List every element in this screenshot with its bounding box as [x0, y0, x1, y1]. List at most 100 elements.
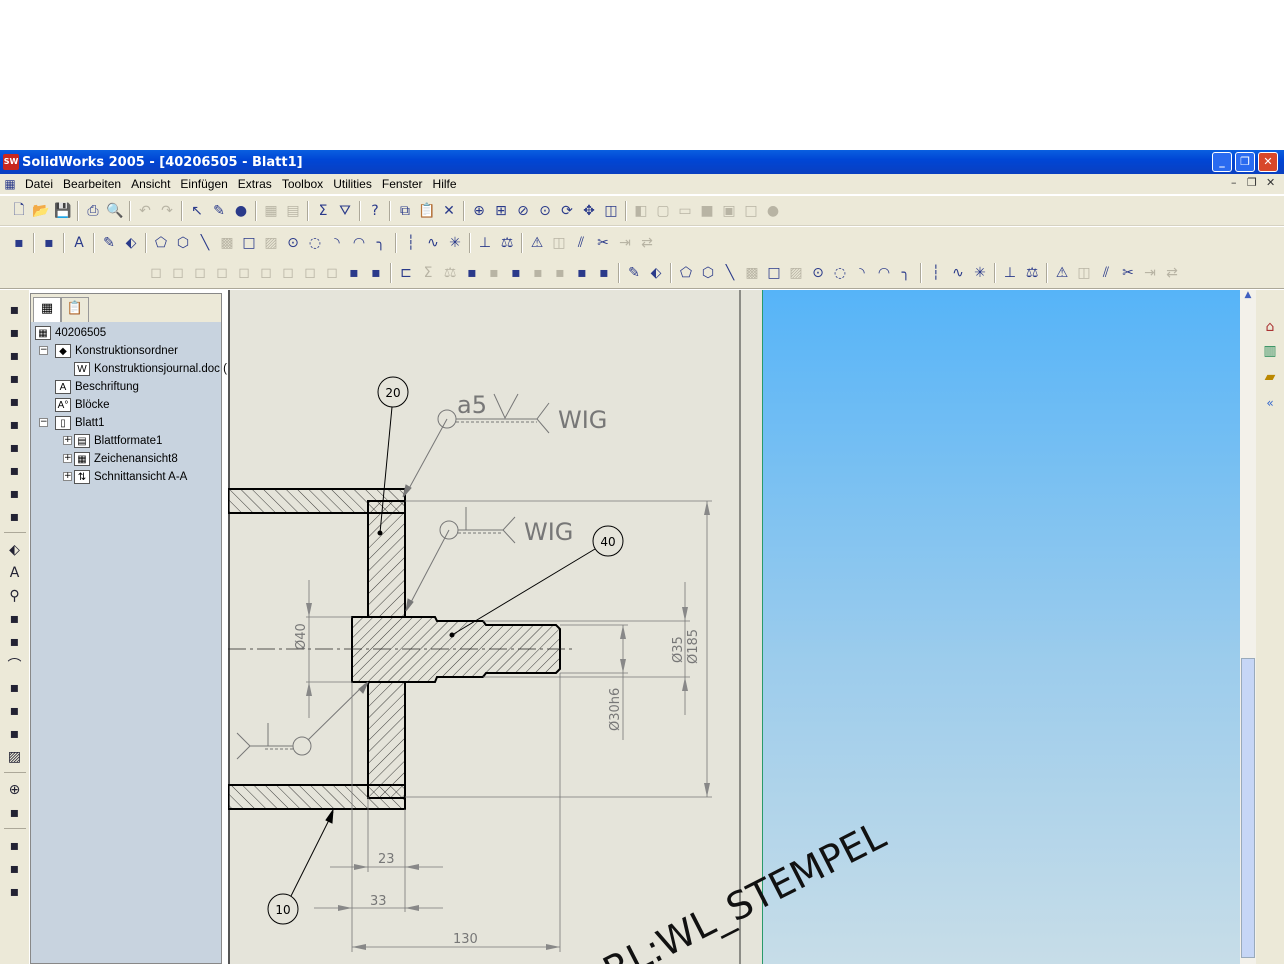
dimension-base-icon[interactable]: ⊥ [999, 262, 1021, 284]
dim-130[interactable]: 130 [453, 932, 478, 947]
hexagon-icon[interactable]: ⬡ [172, 232, 194, 254]
box-8-icon[interactable]: ◻ [299, 262, 321, 284]
sketch-icon[interactable]: ✎ [98, 232, 120, 254]
tree-root[interactable]: ▦ 40206505 [35, 324, 106, 342]
rebuild-traffic-light-icon[interactable]: ● [230, 200, 252, 222]
bom-icon[interactable]: ▪ [4, 834, 26, 857]
zoom-fit-icon[interactable]: ⊕ [468, 200, 490, 222]
smart-dimension-icon[interactable]: ⬖ [4, 538, 26, 561]
broken-view-icon[interactable]: ▪ [4, 436, 26, 459]
pan-icon[interactable]: ✥ [578, 200, 600, 222]
sketch-icon[interactable]: ✎ [623, 262, 645, 284]
tree-node[interactable]: ▦ Zeichenansicht8 [74, 450, 178, 468]
box-4-icon[interactable]: ◻ [211, 262, 233, 284]
hexagon-icon[interactable]: ⬡ [697, 262, 719, 284]
smart-dimension-icon[interactable]: ⬖ [645, 262, 667, 284]
menu-ansicht[interactable]: Ansicht [126, 177, 175, 191]
box-9-icon[interactable]: ◻ [321, 262, 343, 284]
polygon-icon[interactable]: ⬠ [150, 232, 172, 254]
document-icon[interactable]: ▦ [0, 173, 20, 195]
redo-icon[interactable]: ↷ [156, 200, 178, 222]
menu-extras[interactable]: Extras [233, 177, 277, 191]
table-x-icon[interactable]: ▪ [505, 262, 527, 284]
restore-button[interactable]: ❐ [1235, 152, 1255, 172]
rectangle-icon[interactable]: □ [763, 262, 785, 284]
dim-23[interactable]: 23 [378, 852, 395, 867]
top-view-icon[interactable]: ▭ [674, 200, 696, 222]
expand-toggle[interactable]: − [39, 346, 48, 355]
centerline-icon[interactable]: ┆ [400, 232, 422, 254]
print-preview-icon[interactable]: 🔍 [104, 200, 126, 222]
layers-icon[interactable]: ▤ [282, 200, 304, 222]
convert-icon[interactable]: ⇄ [636, 232, 658, 254]
mdi-close-button[interactable]: ✕ [1266, 176, 1275, 189]
help-icon[interactable]: ? [364, 200, 386, 222]
select-arrow-icon[interactable]: ↖ [186, 200, 208, 222]
center-mark-icon[interactable]: ⊕ [4, 778, 26, 801]
parts-icon[interactable]: ▪ [527, 262, 549, 284]
relative-view-icon[interactable]: ▪ [4, 505, 26, 528]
offset-icon[interactable]: ⫽ [1095, 262, 1117, 284]
tangent-arc-icon[interactable]: ◝ [326, 232, 348, 254]
chart-icon[interactable]: ▥ [1259, 340, 1281, 362]
equations-icon[interactable]: Σ [312, 200, 334, 222]
paste-icon[interactable]: 📋 [416, 200, 438, 222]
hatch-icon[interactable]: ▨ [260, 232, 282, 254]
warning-icon[interactable]: ⚠ [1051, 262, 1073, 284]
collapse-icon[interactable]: « [1259, 392, 1281, 414]
mdi-minimize-button[interactable]: – [1231, 176, 1237, 189]
close-button[interactable]: ✕ [1258, 152, 1278, 172]
menu-datei[interactable]: Datei [20, 177, 58, 191]
minimize-button[interactable]: _ [1212, 152, 1232, 172]
spline-icon[interactable]: ∿ [422, 232, 444, 254]
box-2-icon[interactable]: ◻ [167, 262, 189, 284]
circle-icon[interactable]: ⊙ [282, 232, 304, 254]
dim-d40[interactable]: Ø40 [294, 623, 309, 650]
annotation-icon[interactable]: A [68, 232, 90, 254]
weld-symbol-icon[interactable]: ⌒ [4, 653, 26, 676]
box-5-icon[interactable]: ◻ [233, 262, 255, 284]
expand-toggle[interactable]: + [63, 472, 72, 481]
tab-feature-manager[interactable]: ▦ [33, 297, 61, 322]
dim-33[interactable]: 33 [370, 894, 387, 909]
sketch-rule-icon[interactable]: ▪ [571, 262, 593, 284]
view-orientation-icon[interactable]: ◫ [600, 200, 622, 222]
drawing-tools-icon[interactable]: ▪ [8, 232, 30, 254]
scroll-up-button[interactable]: ▲ [1240, 290, 1256, 306]
warning-icon[interactable]: ⚠ [526, 232, 548, 254]
datum-feature-icon[interactable]: ▪ [4, 699, 26, 722]
zoom-area-icon[interactable]: ⊞ [490, 200, 512, 222]
projected-view-icon[interactable]: ▪ [4, 344, 26, 367]
tree-node[interactable]: ▯ Blatt1 [55, 414, 104, 432]
detail-view-icon[interactable]: ▪ [4, 367, 26, 390]
note-icon[interactable]: A [4, 561, 26, 584]
box-6-icon[interactable]: ◻ [255, 262, 277, 284]
filter-icon[interactable]: ⛛ [334, 200, 356, 222]
measure-icon[interactable]: ⚖ [496, 232, 518, 254]
auto-balloon-icon[interactable]: ▪ [4, 607, 26, 630]
offset-icon[interactable]: ⫽ [570, 232, 592, 254]
fillet-arc-icon[interactable]: ╮ [370, 232, 392, 254]
fillet-arc-icon[interactable]: ╮ [895, 262, 917, 284]
model-view-icon[interactable]: ▪ [4, 321, 26, 344]
filter-menu-icon[interactable]: ▪ [593, 262, 615, 284]
tree-node[interactable]: A Beschriftung [55, 378, 139, 396]
shaft-part-40[interactable] [351, 616, 561, 683]
wireframe-icon[interactable]: □ [740, 200, 762, 222]
dim-d35[interactable]: Ø35 [671, 636, 686, 663]
rectangle-icon[interactable]: □ [238, 232, 260, 254]
smart-dimension-icon[interactable]: ⬖ [120, 232, 142, 254]
hole-table-icon[interactable]: ▪ [4, 857, 26, 880]
tangent-arc-icon[interactable]: ◝ [851, 262, 873, 284]
print-icon[interactable]: ⎙ [82, 200, 104, 222]
weld-symbol-2[interactable] [405, 507, 516, 612]
folder-paint-icon[interactable]: ▪ [461, 262, 483, 284]
sketch-tools-icon[interactable]: ▪ [38, 232, 60, 254]
tree-node[interactable]: ▤ Blattformate1 [74, 432, 162, 450]
sum-icon[interactable]: Σ [417, 262, 439, 284]
copy-icon[interactable]: ⧉ [394, 200, 416, 222]
line-icon[interactable]: ╲ [719, 262, 741, 284]
expand-toggle[interactable]: − [39, 418, 48, 427]
menu-utilities[interactable]: Utilities [328, 177, 377, 191]
vertical-scrollbar[interactable]: ▲ [1240, 290, 1256, 964]
